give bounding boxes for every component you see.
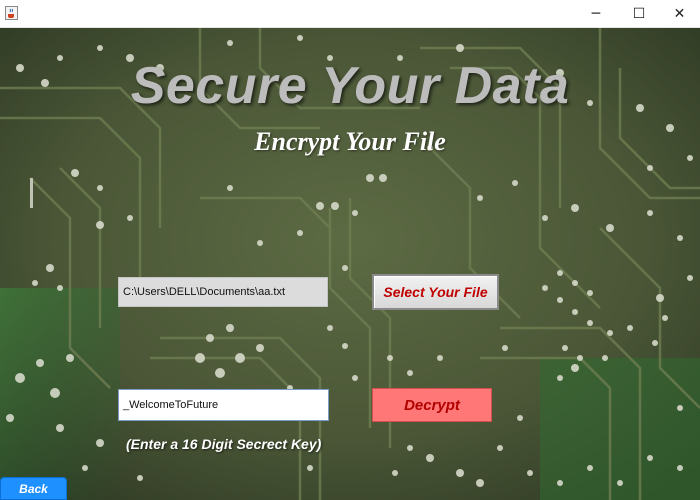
- main-panel: Secure Your Data Encrypt Your File C:\Us…: [0, 28, 700, 500]
- select-file-button[interactable]: Select Your File: [372, 274, 499, 310]
- page-title: Secure Your Data: [130, 57, 570, 115]
- java-coffee-icon: [5, 6, 18, 20]
- page-subtitle: Encrypt Your File: [254, 127, 446, 156]
- file-path-field[interactable]: C:\Users\DELL\Documents\aa.txt: [118, 277, 328, 307]
- close-button[interactable]: ✕: [659, 0, 700, 27]
- decrypt-button[interactable]: Decrypt: [372, 388, 492, 422]
- maximize-icon: ☐: [632, 5, 646, 22]
- app-window: ─ ☐ ✕ Secure Your Data Encrypt Your File…: [0, 0, 700, 500]
- back-button[interactable]: Back: [0, 477, 67, 500]
- key-hint-label: (Enter a 16 Digit Secrect Key): [126, 436, 322, 452]
- title-bar[interactable]: ─ ☐ ✕: [0, 0, 700, 28]
- maximize-button[interactable]: ☐: [616, 0, 662, 27]
- close-icon: ✕: [673, 5, 686, 22]
- minimize-button[interactable]: ─: [573, 0, 619, 27]
- secret-key-input[interactable]: _WelcomeToFuture: [118, 389, 329, 421]
- minimize-icon: ─: [591, 5, 601, 22]
